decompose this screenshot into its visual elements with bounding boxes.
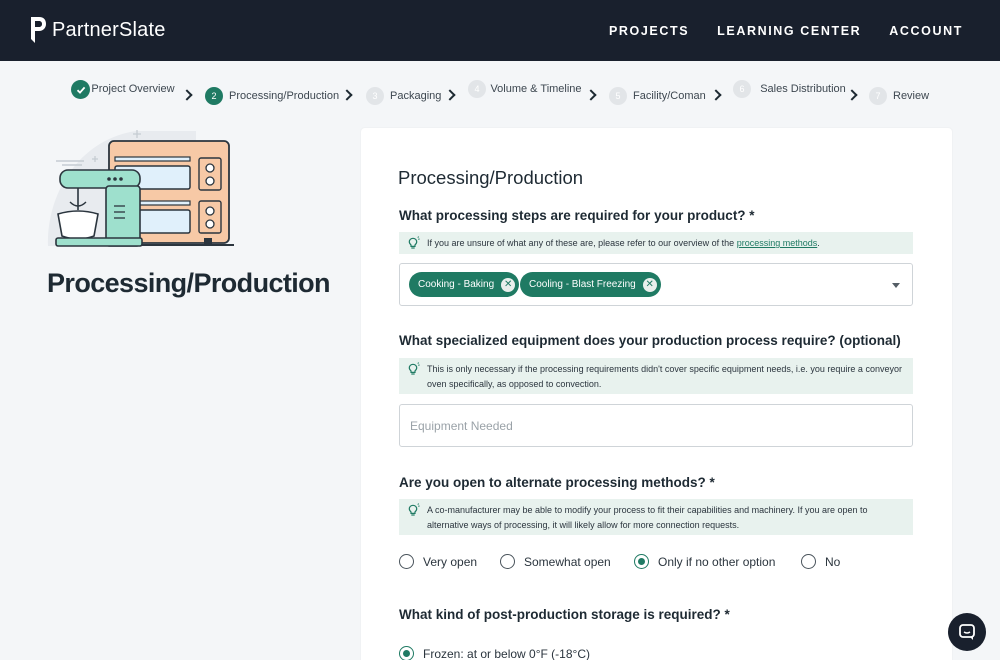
radio-circle-selected[interactable] xyxy=(634,554,649,569)
radio-label: No xyxy=(825,554,841,569)
step-label: Facility/Coman xyxy=(633,89,706,102)
processing-methods-link[interactable]: processing methods xyxy=(737,238,818,248)
radio-label: Only if no other option xyxy=(658,554,776,569)
step-processing-production[interactable]: 2 Processing/Production xyxy=(205,87,339,105)
hint-processing-steps: If you are unsure of what any of these a… xyxy=(399,232,913,254)
step-sales-distribution[interactable]: 6 Sales Distribution xyxy=(733,80,851,98)
form-card: Processing/Production What processing st… xyxy=(361,128,952,660)
chip-cooking-baking: Cooking - Baking ✕ xyxy=(409,272,520,297)
step-facility-coman[interactable]: 5 Facility/Coman xyxy=(609,87,706,105)
step-number: 3 xyxy=(366,87,384,105)
nav-projects[interactable]: PROJECTS xyxy=(609,24,689,38)
step-number: 5 xyxy=(609,87,627,105)
form-title: Processing/Production xyxy=(398,167,584,188)
step-number: 7 xyxy=(869,87,887,105)
radio-circle[interactable] xyxy=(500,554,515,569)
radio-circle-selected[interactable] xyxy=(399,646,414,660)
step-label: Sales Distribution xyxy=(760,82,846,95)
hint-specialized-equipment: This is only necessary if the processing… xyxy=(399,358,913,394)
radio-label: Very open xyxy=(423,554,478,569)
radio-label: Frozen: at or below 0°F (-18°C) xyxy=(423,646,590,660)
chip-label: Cooking - Baking xyxy=(418,279,495,290)
brand-logo[interactable]: PartnerSlate xyxy=(30,15,166,45)
step-label: Review xyxy=(893,89,930,102)
hint-alternate-methods: A co-manufacturer may be able to modify … xyxy=(399,499,913,535)
lightbulb-icon xyxy=(408,503,420,516)
step-label: Volume & Timeline xyxy=(490,82,582,95)
hint-body: If you are unsure of what any of these a… xyxy=(427,238,735,248)
equipment-needed-input[interactable] xyxy=(399,404,913,447)
nav-learning-center[interactable]: LEARNING CENTER xyxy=(717,24,861,38)
chevron-right-icon xyxy=(341,89,353,101)
question-alternate-methods: Are you open to alternate processing met… xyxy=(399,475,715,490)
step-packaging[interactable]: 3 Packaging xyxy=(366,87,441,105)
chevron-right-icon xyxy=(585,89,597,101)
chat-bubble-icon xyxy=(959,624,975,640)
oven-mixer-illustration-icon xyxy=(47,130,234,247)
radio-circle[interactable] xyxy=(399,554,414,569)
radio-circle[interactable] xyxy=(801,554,816,569)
lightbulb-icon xyxy=(408,236,420,249)
question-post-production-storage: What kind of post-production storage is … xyxy=(399,607,730,622)
question-specialized-equipment: What specialized equipment does your pro… xyxy=(399,333,901,348)
step-number: 6 xyxy=(733,80,751,98)
radio-no[interactable]: No xyxy=(801,554,840,569)
step-label: Project Overview xyxy=(91,83,175,95)
chat-launcher-button[interactable] xyxy=(948,613,986,651)
chevron-right-icon xyxy=(444,89,456,101)
chip-label: Cooling - Blast Freezing xyxy=(529,279,636,290)
top-navigation-bar: PartnerSlate PROJECTS LEARNING CENTER AC… xyxy=(0,0,1000,61)
chip-remove-close-icon[interactable]: ✕ xyxy=(501,277,516,292)
question-processing-steps: What processing steps are required for y… xyxy=(399,208,755,223)
nav-account[interactable]: ACCOUNT xyxy=(889,24,963,38)
page-title: Processing/Production xyxy=(47,268,331,298)
lightbulb-icon xyxy=(408,362,420,375)
step-number: 2 xyxy=(205,87,223,105)
step-volume-timeline[interactable]: 4 Volume & Timeline xyxy=(468,80,586,98)
processing-steps-multiselect[interactable]: Cooking - Baking ✕ Cooling - Blast Freez… xyxy=(399,263,913,306)
main-nav: PROJECTS LEARNING CENTER ACCOUNT xyxy=(581,0,963,61)
radio-frozen[interactable]: Frozen: at or below 0°F (-18°C) xyxy=(399,646,590,660)
radio-very-open[interactable]: Very open xyxy=(399,554,477,569)
step-project-overview[interactable]: Project Overview xyxy=(71,80,178,99)
hint-text: This is only necessary if the processing… xyxy=(427,364,902,389)
radio-somewhat-open[interactable]: Somewhat open xyxy=(500,554,611,569)
chip-remove-close-icon[interactable]: ✕ xyxy=(642,277,657,292)
chevron-right-icon xyxy=(181,89,193,101)
hint-text: If you are unsure of what any of these a… xyxy=(427,236,820,251)
dropdown-caret-icon[interactable] xyxy=(892,283,900,288)
chevron-right-icon xyxy=(710,89,722,101)
partnerslate-logo-icon xyxy=(31,17,46,43)
step-label: Processing/Production xyxy=(229,89,340,102)
brand-name: PartnerSlate xyxy=(52,18,166,41)
step-label: Packaging xyxy=(390,89,442,102)
radio-label: Somewhat open xyxy=(524,554,611,569)
step-review[interactable]: 7 Review xyxy=(869,87,929,105)
hint-text: A co-manufacturer may be able to modify … xyxy=(427,505,868,530)
hint-end: . xyxy=(817,238,820,248)
step-number: 4 xyxy=(468,80,486,98)
radio-only-if-no-other-option[interactable]: Only if no other option xyxy=(634,554,775,569)
chip-cooling-blast-freezing: Cooling - Blast Freezing ✕ xyxy=(520,272,661,297)
